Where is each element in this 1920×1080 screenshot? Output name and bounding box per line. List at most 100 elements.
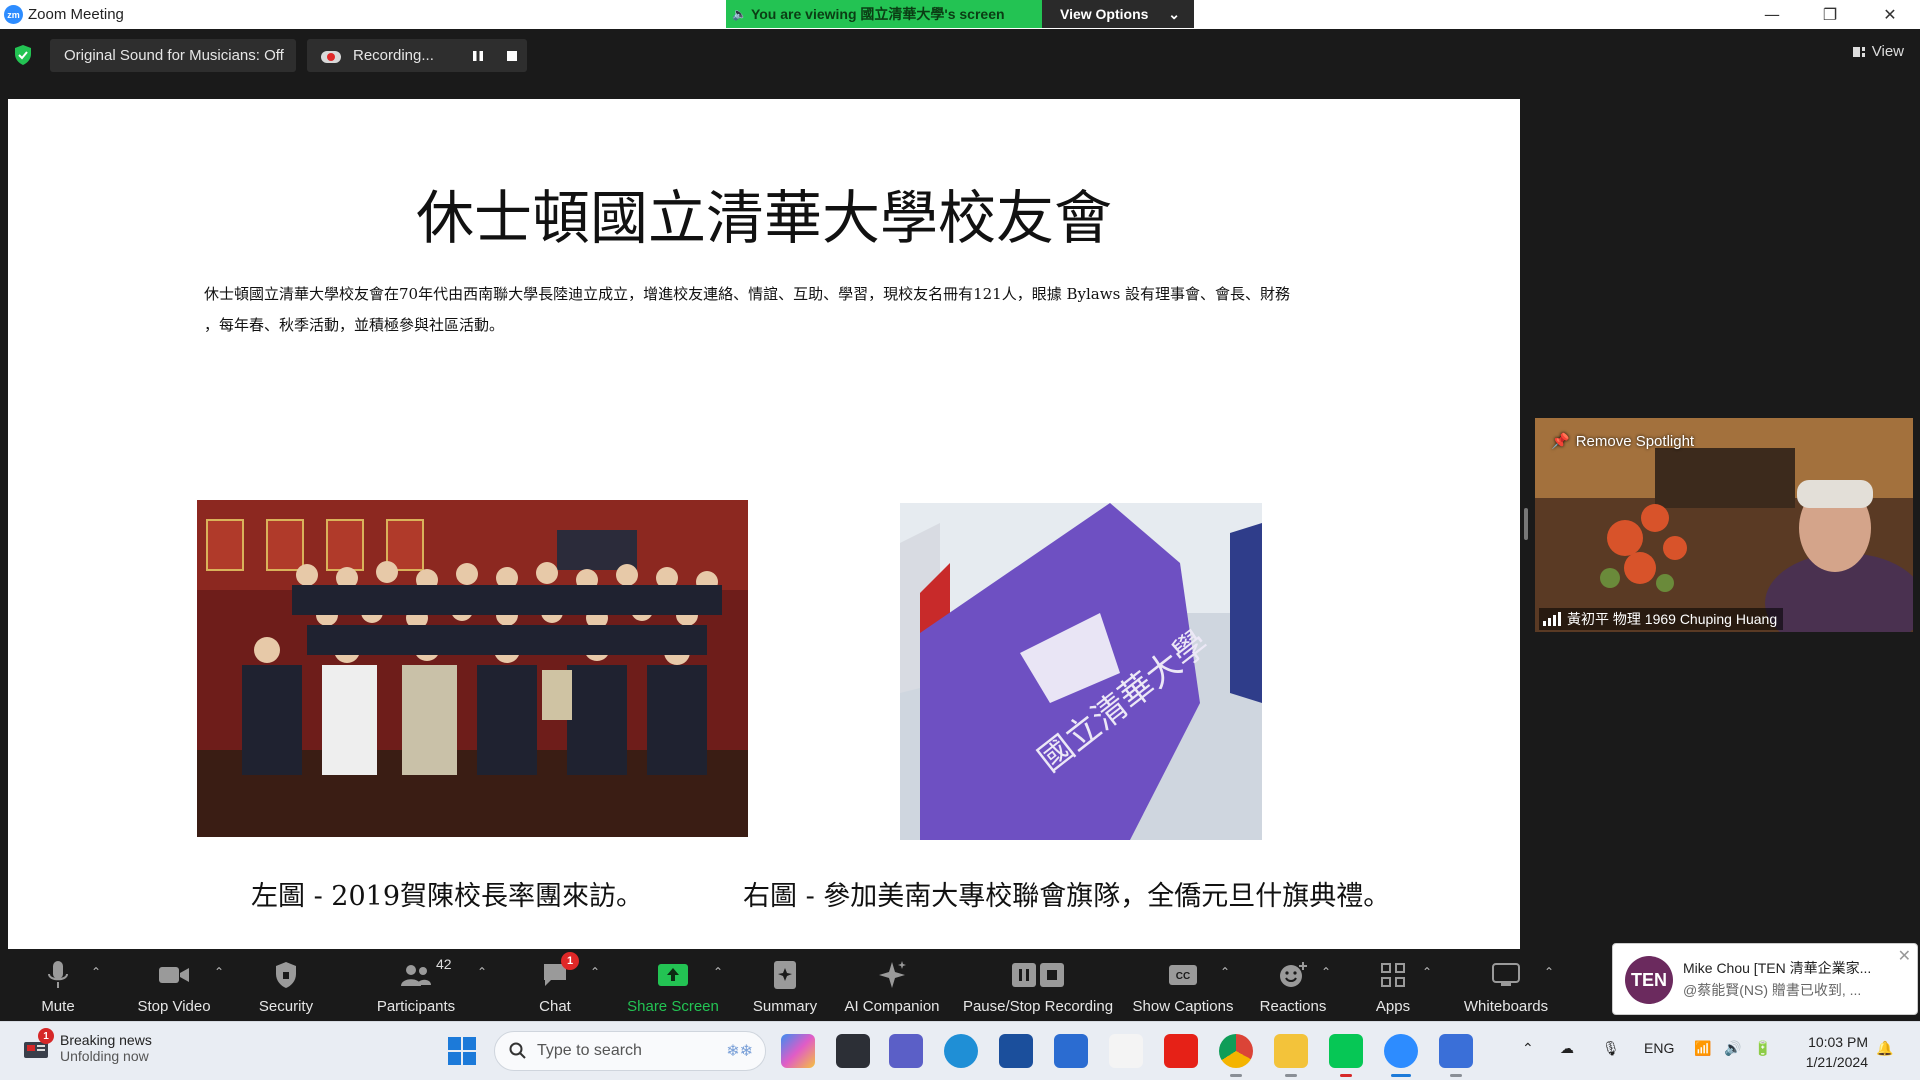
task-view-icon[interactable] [836, 1034, 870, 1068]
chrome-browser-icon[interactable] [1219, 1034, 1253, 1068]
stop-video-button[interactable]: Stop Video [132, 949, 216, 1021]
reactions-options-caret-icon[interactable]: ⌃ [1321, 965, 1331, 979]
pause-recording-button[interactable] [464, 39, 492, 72]
search-icon [509, 1042, 526, 1059]
mute-button[interactable]: Mute [30, 949, 86, 1021]
wifi-icon[interactable]: 📶 [1694, 1040, 1711, 1057]
pause-stop-recording-icon [1011, 958, 1065, 992]
remove-spotlight-button[interactable]: 📌 Remove Spotlight [1551, 432, 1694, 451]
notepad-running-indicator [1450, 1074, 1462, 1077]
file-explorer-icon[interactable] [1274, 1034, 1308, 1068]
view-label: View [1871, 43, 1904, 60]
notepad-app-icon[interactable] [1439, 1034, 1473, 1068]
close-window-button[interactable]: ✕ [1860, 0, 1920, 29]
chat-bubble-icon: 1 [541, 952, 579, 992]
chevron-down-icon: ⌄ [1168, 5, 1180, 22]
encryption-shield-icon[interactable] [13, 44, 33, 66]
avatar: TEN [1625, 956, 1673, 1004]
slide-title: 休士頓國立清華大學校友會 [415, 184, 1112, 252]
input-language[interactable]: ENG [1644, 1040, 1674, 1056]
panel-resize-handle[interactable] [1524, 508, 1528, 540]
line-running-indicator [1340, 1074, 1352, 1077]
caption-right: 右圖 - 參加美南大專校聯會旗隊，全僑元旦什旗典禮。 [743, 881, 1391, 912]
participants-label: Participants [376, 998, 456, 1015]
show-captions-label: Show Captions [1132, 998, 1234, 1015]
taskbar-search[interactable]: Type to search ❄❄ [494, 1031, 766, 1071]
zoom-logo-icon: zm [4, 5, 23, 24]
mail-app-icon[interactable] [1054, 1034, 1088, 1068]
apps-button[interactable]: Apps [1368, 949, 1418, 1021]
volume-icon[interactable]: 🔊 [1724, 1040, 1741, 1057]
explorer-running-indicator [1285, 1074, 1297, 1077]
whiteboards-button[interactable]: Whiteboards [1456, 949, 1556, 1021]
participants-button[interactable]: 42 Participants [374, 949, 458, 1021]
chat-notification[interactable]: TEN Mike Chou [TEN 清華企業家... @蔡能賢(NS) 贈書已… [1612, 943, 1918, 1015]
battery-icon[interactable]: 🔋 [1754, 1040, 1771, 1057]
closed-captions-icon: CC [1168, 958, 1198, 992]
tray-overflow-chevron-icon[interactable]: ⌃ [1522, 1040, 1534, 1057]
caption-left: 左圖 - 2019賀陳校長率團來訪。 [251, 881, 644, 912]
teams-app-icon[interactable] [889, 1034, 923, 1068]
tray-microphone-icon[interactable]: 🎙 [1602, 1040, 1620, 1057]
mute-label: Mute [41, 998, 75, 1015]
edge-browser-icon[interactable] [944, 1034, 978, 1068]
signal-strength-icon [1543, 612, 1561, 626]
minimize-button[interactable]: — [1742, 0, 1802, 29]
meeting-top-bar: Original Sound for Musicians: Off Record… [0, 29, 1920, 99]
security-button[interactable]: Security [254, 949, 318, 1021]
participant-count: 42 [436, 956, 452, 972]
original-sound-button[interactable]: Original Sound for Musicians: Off [50, 39, 296, 72]
clock-date: 1/21/2024 [1805, 1054, 1868, 1070]
captions-options-caret-icon[interactable]: ⌃ [1220, 965, 1230, 979]
zoom-app-icon[interactable] [1384, 1034, 1418, 1068]
onedrive-cloud-icon[interactable]: ☁ [1560, 1040, 1574, 1057]
spotlight-video-tile[interactable]: 📌 Remove Spotlight 黃初平 物理 1969 Chuping H… [1535, 418, 1913, 632]
apps-options-caret-icon[interactable]: ⌃ [1422, 965, 1432, 979]
audio-options-caret-icon[interactable]: ⌃ [91, 965, 101, 979]
pause-icon [473, 50, 483, 61]
ai-companion-button[interactable]: AI Companion [842, 949, 942, 1021]
chat-unread-badge: 1 [561, 952, 579, 970]
view-layout-icon [1852, 46, 1865, 57]
line-app-icon[interactable] [1329, 1034, 1363, 1068]
amazon-app-icon[interactable] [1109, 1034, 1143, 1068]
reactions-button[interactable]: Reactions [1258, 949, 1328, 1021]
show-captions-button[interactable]: CC Show Captions [1132, 949, 1234, 1021]
viewing-text: You are viewing 國立清華大學's screen [750, 6, 1005, 22]
share-screen-button[interactable]: Share Screen [624, 949, 722, 1021]
reactions-label: Reactions [1259, 998, 1327, 1015]
share-options-caret-icon[interactable]: ⌃ [713, 965, 723, 979]
view-button[interactable]: View [1852, 43, 1904, 60]
whiteboards-options-caret-icon[interactable]: ⌃ [1544, 965, 1554, 979]
flag-team-photo-image: 國立清華大學 [900, 503, 1262, 840]
notification-bell-icon[interactable]: 🔔 [1876, 1040, 1893, 1057]
windows-start-icon[interactable] [447, 1036, 477, 1066]
restore-button[interactable]: ❐ [1800, 0, 1860, 29]
group-photo-image [197, 500, 748, 837]
pause-stop-recording-button[interactable]: Pause/Stop Recording [960, 949, 1116, 1021]
news-widget[interactable]: 1 Breaking news Unfolding now [22, 1028, 152, 1064]
microphone-icon [47, 958, 69, 992]
store-app-icon[interactable] [999, 1034, 1033, 1068]
reactions-smiley-icon [1278, 958, 1308, 992]
notification-sender: Mike Chou [TEN 清華企業家... [1683, 960, 1872, 976]
participant-video-image [1535, 418, 1913, 632]
security-shield-icon [274, 958, 298, 992]
copilot-app-icon[interactable] [781, 1034, 815, 1068]
view-options-button[interactable]: View Options ⌄ [1042, 0, 1194, 28]
participants-options-caret-icon[interactable]: ⌃ [477, 965, 487, 979]
youtube-app-icon[interactable] [1164, 1034, 1198, 1068]
viewing-banner: 🔈 You are viewing 國立清華大學's screen View O… [726, 0, 1194, 28]
cloud-record-icon [321, 49, 341, 63]
video-options-caret-icon[interactable]: ⌃ [214, 965, 224, 979]
system-clock[interactable]: 10:03 PM 1/21/2024 [1790, 1032, 1868, 1072]
news-subtitle: Unfolding now [60, 1048, 149, 1064]
summary-button[interactable]: Summary [750, 949, 820, 1021]
stop-recording-button[interactable] [498, 39, 526, 72]
chat-button[interactable]: 1 Chat [533, 949, 579, 1021]
slide-body: 休士頓國立清華大學校友會在70年代由西南聯大學長陸迪立成立，增進校友連絡、情誼、… [204, 279, 1334, 341]
close-icon[interactable]: ✕ [1898, 946, 1911, 965]
share-screen-label: Share Screen [627, 998, 719, 1015]
chat-options-caret-icon[interactable]: ⌃ [590, 965, 600, 979]
notification-message: @蔡能賢(NS) 贈書已收到, ... [1683, 982, 1862, 998]
